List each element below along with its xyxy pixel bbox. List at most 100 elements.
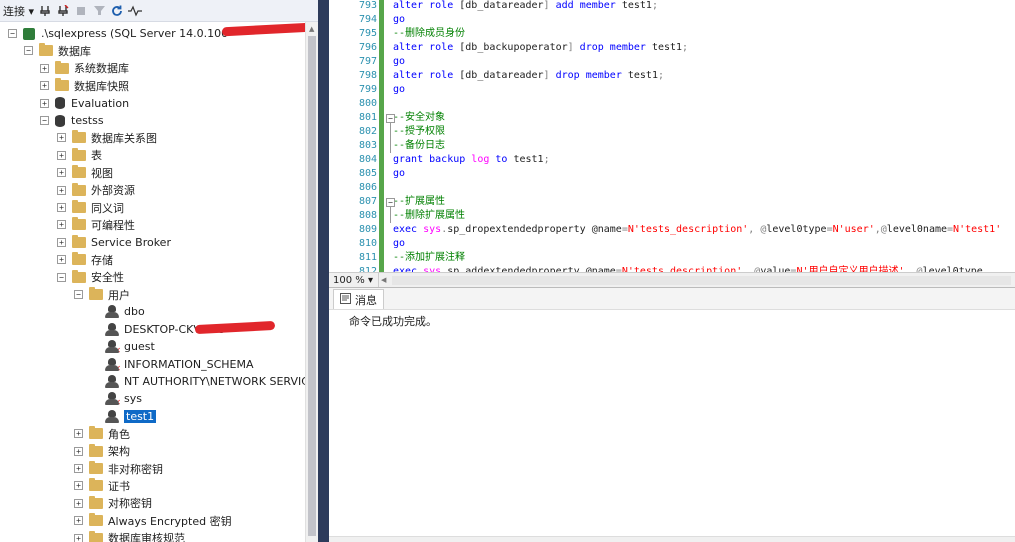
tree-node-label: 数据库 (58, 44, 91, 58)
tree-node[interactable]: + Service Broker (57, 234, 171, 251)
fold-collapse-icon[interactable]: − (386, 114, 395, 123)
scroll-left-icon[interactable]: ◀ (379, 276, 388, 284)
expand-icon[interactable]: + (74, 516, 83, 526)
tree-node-label: Service Broker (91, 235, 171, 249)
tree-node[interactable]: + Always Encrypted 密钥 (74, 512, 232, 529)
tree-node[interactable]: ✕ INFORMATION_SCHEMA (105, 356, 254, 373)
collapse-icon[interactable]: − (8, 29, 17, 38)
tree-node[interactable]: + 数据库快照 (40, 77, 129, 94)
code-line[interactable]: go (393, 83, 405, 97)
folder-icon (72, 147, 86, 161)
tree-node[interactable]: − .\sqlexpress (SQL Server 14.0.100 (8, 25, 228, 42)
tree-node[interactable]: dbo (105, 303, 145, 320)
code-line[interactable]: --删除成员身份 (393, 27, 465, 41)
tree-node[interactable]: + 对称密钥 (74, 495, 152, 512)
stop-icon[interactable] (74, 4, 88, 18)
scroll-thumb[interactable] (308, 36, 316, 536)
tree-node-label: sys (124, 392, 142, 406)
fold-collapse-icon[interactable]: − (386, 198, 395, 207)
tree-node[interactable]: test1 (105, 408, 157, 425)
expand-icon[interactable]: + (74, 446, 83, 456)
messages-icon (340, 292, 351, 307)
tree-node[interactable]: + 非对称密钥 (74, 460, 163, 477)
code-line[interactable]: grant backup log to test1; (393, 153, 550, 167)
filter-icon[interactable] (92, 4, 106, 18)
tree-node[interactable]: + 外部资源 (57, 182, 135, 199)
code-line[interactable]: alter role [db_datareader] add member te… (393, 0, 658, 13)
connect-button[interactable]: 连接 ▾ (3, 3, 34, 19)
tree-node[interactable]: + 存储 (57, 251, 113, 268)
code-line[interactable]: --授予权限 (393, 125, 445, 139)
tree-node[interactable]: + 可编程性 (57, 216, 135, 233)
tree-node[interactable]: − 数据库 (24, 42, 91, 59)
tree-node[interactable]: − 安全性 (57, 269, 124, 286)
expand-icon[interactable]: + (74, 464, 83, 473)
tab-messages[interactable]: 消息 (333, 289, 384, 309)
pane-splitter[interactable] (318, 0, 329, 542)
expand-icon[interactable]: + (74, 498, 83, 508)
disconnect-icon[interactable] (56, 4, 70, 18)
code-line[interactable]: exec sys.sp_dropextendedproperty @name=N… (393, 223, 1001, 237)
tree-node-label: 系统数据库 (74, 62, 129, 76)
collapse-icon[interactable]: − (24, 46, 33, 56)
code-line[interactable]: --添加扩展注释 (393, 251, 465, 265)
tree-node[interactable]: + 证书 (74, 477, 130, 494)
expand-icon[interactable]: + (57, 255, 66, 265)
code-line[interactable]: --安全对象 (393, 111, 445, 125)
tree-node[interactable]: + 系统数据库 (40, 60, 129, 77)
tree-node[interactable]: NT AUTHORITY\NETWORK SERVICE (105, 373, 305, 390)
expand-icon[interactable]: + (74, 533, 83, 542)
tree-node-label: 安全性 (91, 271, 124, 285)
code-line[interactable]: go (393, 13, 405, 27)
editor-horizontal-scrollbar[interactable] (392, 275, 1011, 285)
expand-icon[interactable]: + (74, 429, 83, 439)
expand-icon[interactable]: + (74, 481, 83, 491)
tree-node[interactable]: + 同义词 (57, 199, 124, 216)
code-line[interactable]: go (393, 237, 405, 251)
expand-icon[interactable]: + (57, 185, 66, 195)
expand-icon[interactable]: + (57, 220, 66, 230)
tree-node[interactable]: ✕ sys (105, 390, 142, 407)
expand-icon[interactable]: + (40, 63, 49, 73)
object-explorer-scrollbar[interactable]: ▲ (305, 22, 318, 542)
code-line[interactable]: go (393, 55, 405, 69)
tree-node[interactable]: + 表 (57, 147, 102, 164)
tree-node[interactable]: + 数据库关系图 (57, 129, 157, 146)
tree-node-label: 非对称密钥 (108, 462, 163, 476)
tree-node[interactable]: ✕ guest (105, 338, 155, 355)
tree-node[interactable]: + 视图 (57, 164, 113, 181)
tree-node[interactable]: − testss (40, 112, 104, 129)
query-editor[interactable]: 793 alter role [db_datareader] add member… (329, 0, 1015, 272)
collapse-icon[interactable]: − (57, 272, 66, 282)
scroll-up-icon[interactable]: ▲ (309, 25, 314, 33)
tree-node[interactable]: + Evaluation (40, 95, 129, 112)
tree-node[interactable]: + 架构 (74, 443, 130, 460)
connect-icon[interactable] (38, 4, 52, 18)
activity-monitor-icon[interactable] (128, 4, 143, 18)
code-line[interactable]: --备份日志 (393, 139, 445, 153)
expand-icon[interactable]: + (57, 168, 66, 178)
code-line[interactable]: alter role [db_datareader] drop member t… (393, 69, 664, 83)
code-line[interactable]: alter role [db_backupoperator] drop memb… (393, 41, 688, 55)
collapse-icon[interactable]: − (40, 116, 49, 125)
tree-node-label: test1 (124, 409, 157, 423)
expand-icon[interactable]: + (57, 237, 66, 247)
tree-node[interactable]: − 用户 (74, 286, 130, 303)
expand-icon[interactable]: + (40, 98, 49, 108)
tree-node-label: testss (71, 114, 104, 127)
tree-node[interactable]: + 数据库审核规范 (74, 530, 185, 542)
expand-icon[interactable]: + (57, 133, 66, 143)
expand-icon[interactable]: + (57, 203, 66, 212)
collapse-icon[interactable]: − (74, 290, 83, 299)
code-line[interactable]: --删除扩展属性 (393, 209, 465, 223)
expand-icon[interactable]: + (57, 150, 66, 160)
line-number: 811 (358, 252, 377, 263)
tree-node[interactable]: + 角色 (74, 425, 130, 442)
zoom-select[interactable]: 100 % ▾ (329, 272, 379, 288)
expand-icon[interactable]: + (40, 81, 49, 91)
code-line[interactable]: exec sys.sp_addextendedproperty @name=N'… (393, 265, 983, 272)
code-line[interactable]: --扩展属性 (393, 195, 445, 209)
refresh-icon[interactable] (110, 4, 124, 18)
user-disabled-icon: ✕ (105, 357, 121, 373)
code-line[interactable]: go (393, 167, 405, 181)
